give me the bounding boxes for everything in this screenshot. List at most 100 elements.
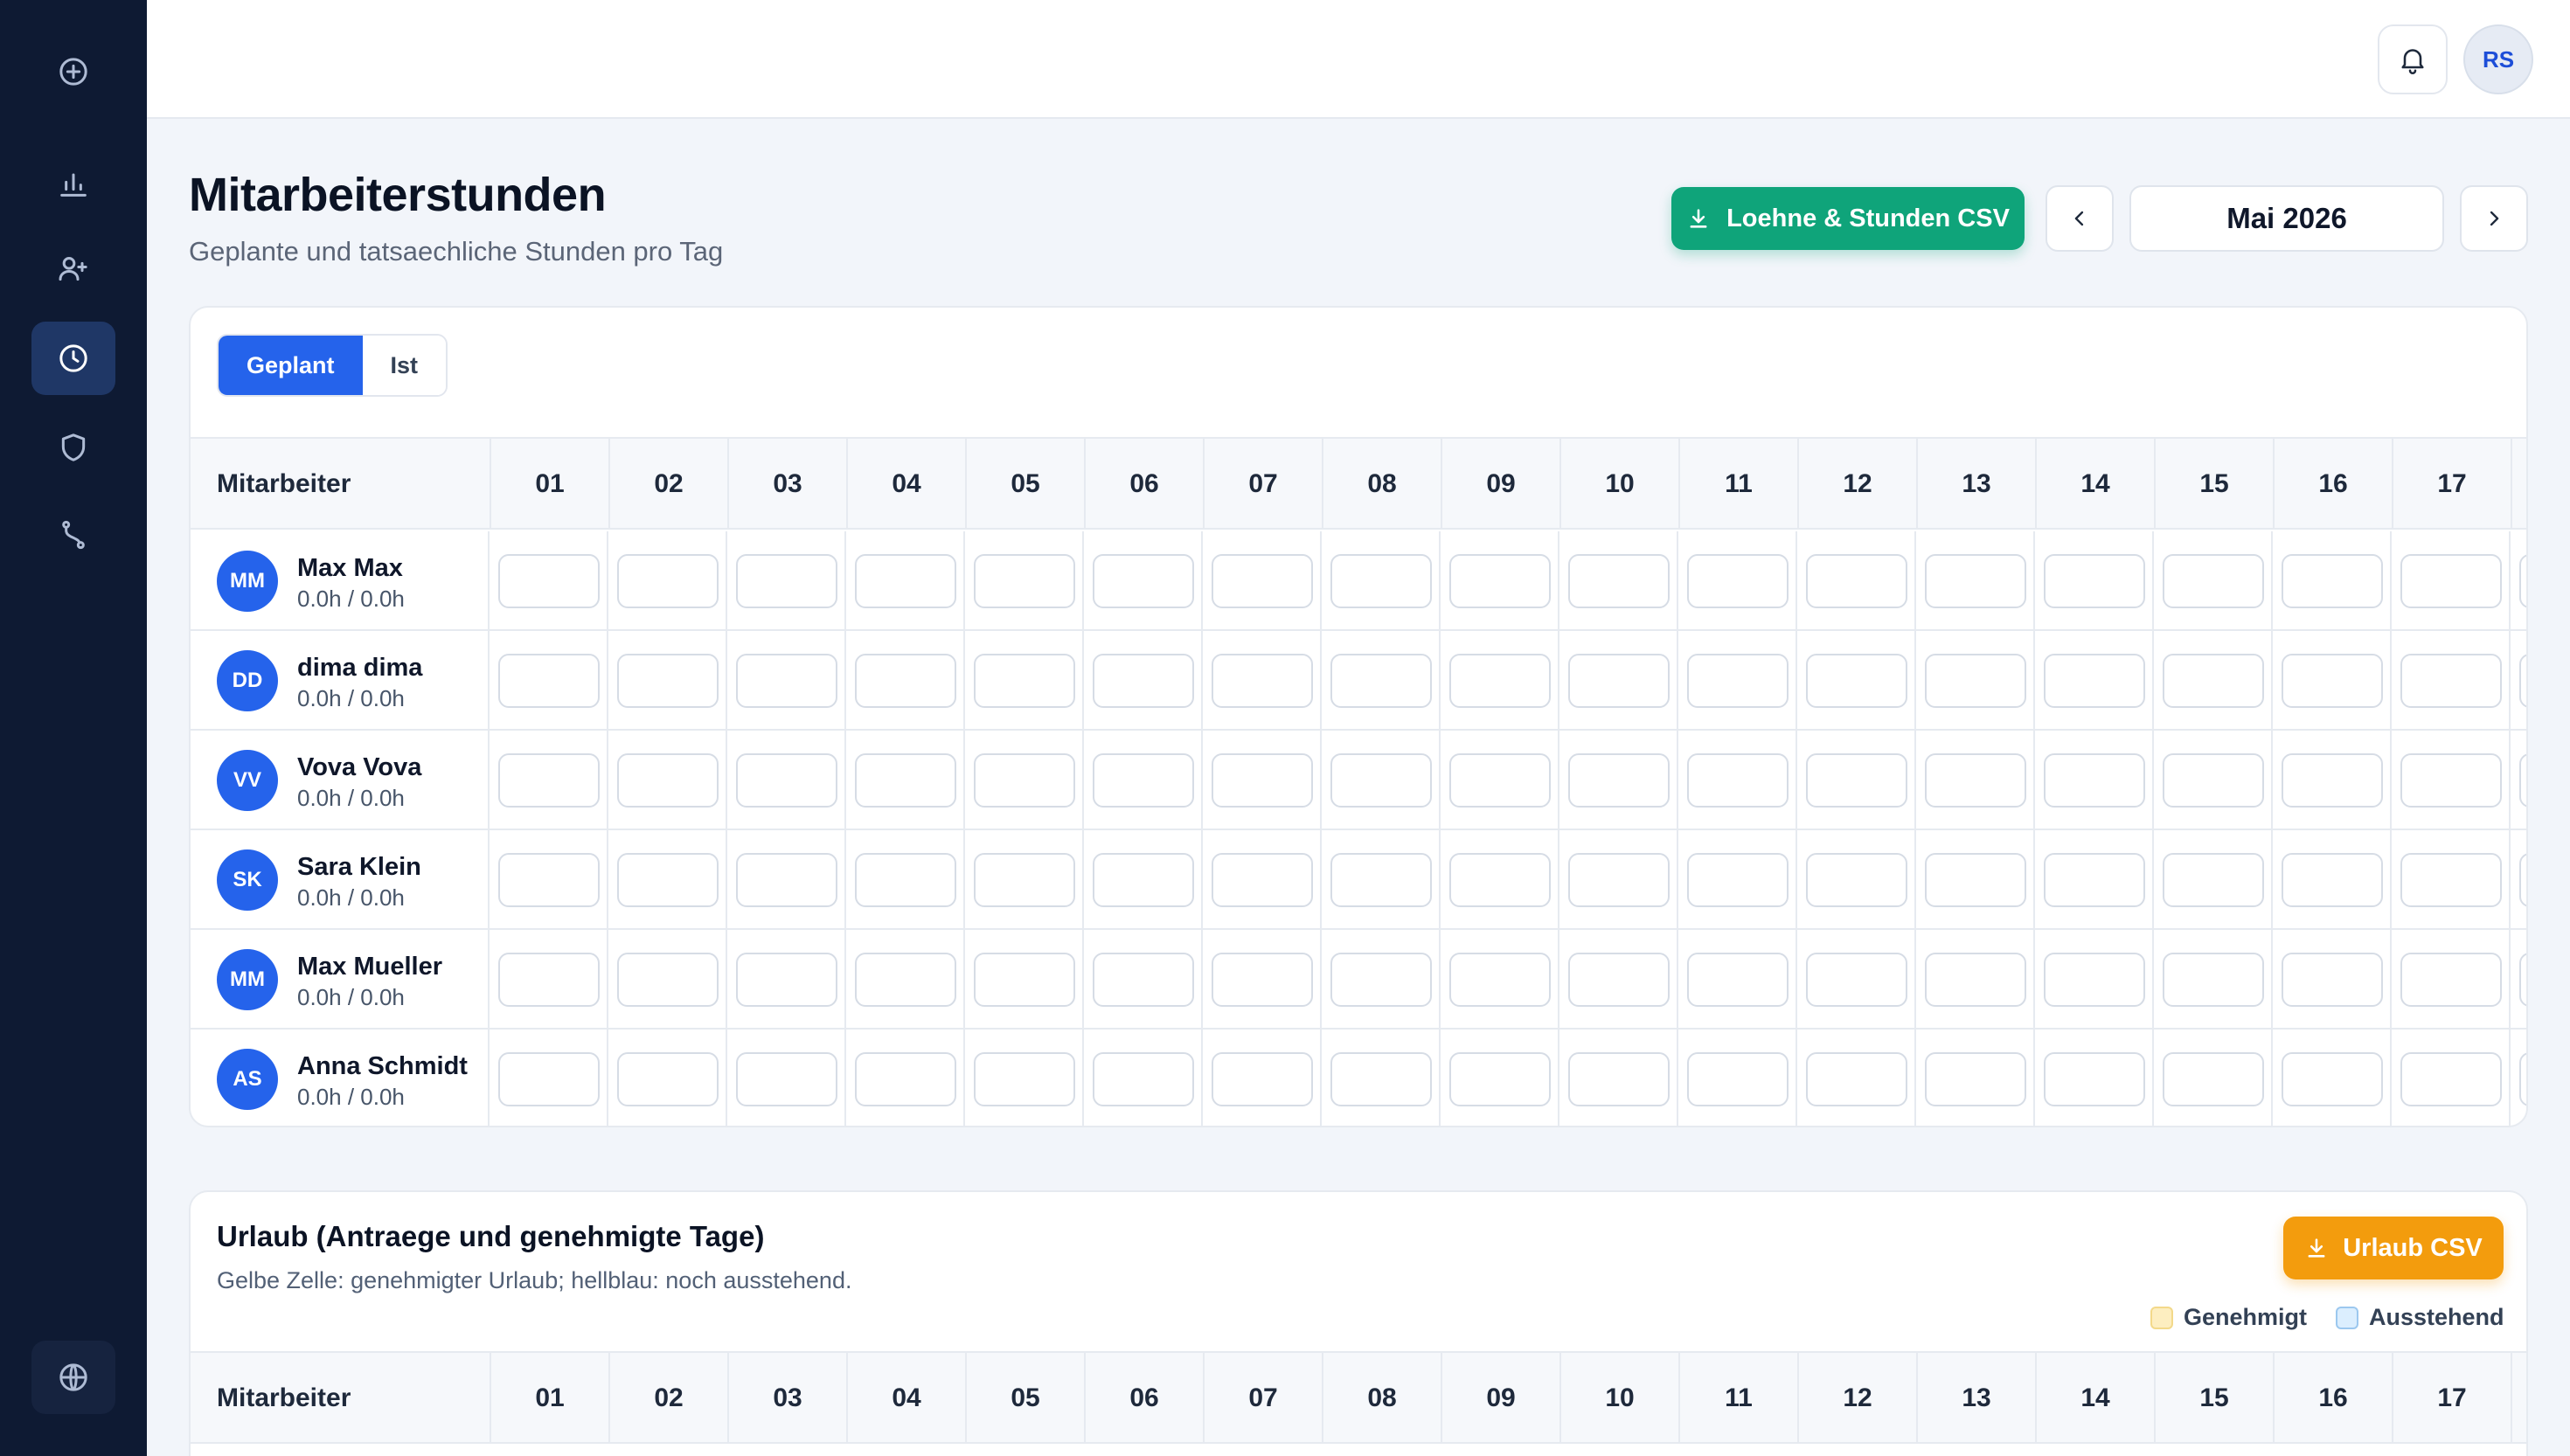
hour-input[interactable] [617, 1052, 719, 1106]
hour-input[interactable] [1568, 753, 1670, 808]
hour-input[interactable] [855, 554, 956, 608]
hour-input[interactable] [1449, 1052, 1551, 1106]
prev-month-button[interactable] [2046, 185, 2114, 252]
hour-input[interactable] [1687, 753, 1789, 808]
sidebar-item-add[interactable] [31, 35, 115, 108]
hour-input[interactable] [736, 654, 837, 708]
hour-input[interactable] [2044, 654, 2145, 708]
sidebar-item-employees[interactable] [31, 232, 115, 306]
hour-input[interactable] [498, 654, 600, 708]
hour-input[interactable] [1212, 953, 1313, 1007]
hour-input[interactable] [2400, 554, 2502, 608]
hour-input[interactable] [498, 953, 600, 1007]
hour-input[interactable] [974, 853, 1075, 907]
hour-input[interactable] [736, 1052, 837, 1106]
hour-input[interactable] [617, 554, 719, 608]
hour-input[interactable] [1806, 853, 1907, 907]
tab-planned[interactable]: Geplant [219, 336, 363, 395]
user-avatar[interactable]: RS [2463, 24, 2533, 94]
hour-input[interactable] [2400, 1052, 2502, 1106]
hour-input[interactable] [2163, 1052, 2264, 1106]
hour-input[interactable] [2163, 554, 2264, 608]
hour-input[interactable] [1806, 554, 1907, 608]
hour-input[interactable] [1449, 654, 1551, 708]
hour-input[interactable] [1925, 554, 2026, 608]
hour-input[interactable] [2282, 1052, 2383, 1106]
hour-input[interactable] [2044, 753, 2145, 808]
hour-input[interactable] [1449, 853, 1551, 907]
hour-input[interactable] [1093, 953, 1194, 1007]
hour-input[interactable] [1093, 654, 1194, 708]
hour-input[interactable] [2044, 853, 2145, 907]
hour-input[interactable] [1093, 853, 1194, 907]
tab-actual[interactable]: Ist [362, 336, 447, 395]
hour-input[interactable] [498, 753, 600, 808]
hour-input[interactable] [1212, 853, 1313, 907]
hour-input[interactable] [2282, 953, 2383, 1007]
hour-input[interactable] [1449, 554, 1551, 608]
hour-input[interactable] [1449, 753, 1551, 808]
export-vacation-csv-button[interactable]: Urlaub CSV [2283, 1217, 2504, 1279]
sidebar-item-routes[interactable] [31, 498, 115, 572]
hour-input[interactable] [2400, 853, 2502, 907]
hour-input[interactable] [617, 853, 719, 907]
hour-input[interactable] [2163, 853, 2264, 907]
hour-input[interactable] [2400, 654, 2502, 708]
hour-input[interactable] [855, 953, 956, 1007]
hour-input[interactable] [736, 853, 837, 907]
hour-input[interactable] [1925, 753, 2026, 808]
hour-input[interactable] [2519, 1052, 2526, 1106]
hour-input[interactable] [1806, 654, 1907, 708]
hour-input[interactable] [1330, 753, 1432, 808]
hour-input[interactable] [1093, 1052, 1194, 1106]
sidebar-item-dashboard[interactable] [31, 147, 115, 220]
hour-input[interactable] [974, 1052, 1075, 1106]
hour-input[interactable] [2163, 953, 2264, 1007]
hour-input[interactable] [1568, 853, 1670, 907]
hour-input[interactable] [974, 554, 1075, 608]
hour-input[interactable] [736, 753, 837, 808]
hour-input[interactable] [1568, 654, 1670, 708]
hour-input[interactable] [2163, 654, 2264, 708]
hour-input[interactable] [1806, 1052, 1907, 1106]
hour-input[interactable] [1330, 953, 1432, 1007]
hour-input[interactable] [974, 654, 1075, 708]
hour-input[interactable] [1330, 554, 1432, 608]
sidebar-item-security[interactable] [31, 411, 115, 484]
export-wages-csv-button[interactable]: Loehne & Stunden CSV [1671, 187, 2025, 250]
hour-input[interactable] [1687, 1052, 1789, 1106]
hour-input[interactable] [855, 654, 956, 708]
hour-input[interactable] [2282, 554, 2383, 608]
notifications-button[interactable] [2378, 24, 2448, 94]
hour-input[interactable] [1806, 953, 1907, 1007]
hour-input[interactable] [855, 753, 956, 808]
next-month-button[interactable] [2460, 185, 2528, 252]
hour-input[interactable] [498, 853, 600, 907]
sidebar-item-language[interactable] [31, 1341, 115, 1414]
hour-input[interactable] [1687, 953, 1789, 1007]
hour-input[interactable] [974, 953, 1075, 1007]
hour-input[interactable] [1687, 554, 1789, 608]
hour-input[interactable] [617, 953, 719, 1007]
hour-input[interactable] [498, 1052, 600, 1106]
hour-input[interactable] [1330, 1052, 1432, 1106]
hour-input[interactable] [1093, 753, 1194, 808]
hour-input[interactable] [2163, 753, 2264, 808]
hour-input[interactable] [736, 554, 837, 608]
hour-input[interactable] [2044, 953, 2145, 1007]
hour-input[interactable] [2519, 753, 2526, 808]
hour-input[interactable] [1806, 753, 1907, 808]
hour-input[interactable] [1687, 853, 1789, 907]
hour-input[interactable] [1925, 1052, 2026, 1106]
sidebar-item-hours[interactable] [31, 322, 115, 395]
hour-input[interactable] [2282, 853, 2383, 907]
hour-input[interactable] [2044, 1052, 2145, 1106]
hour-input[interactable] [1212, 753, 1313, 808]
hour-input[interactable] [2400, 753, 2502, 808]
hour-input[interactable] [1093, 554, 1194, 608]
hour-input[interactable] [1330, 853, 1432, 907]
hour-input[interactable] [1925, 953, 2026, 1007]
hour-input[interactable] [1687, 654, 1789, 708]
hour-input[interactable] [498, 554, 600, 608]
hour-input[interactable] [1568, 953, 1670, 1007]
